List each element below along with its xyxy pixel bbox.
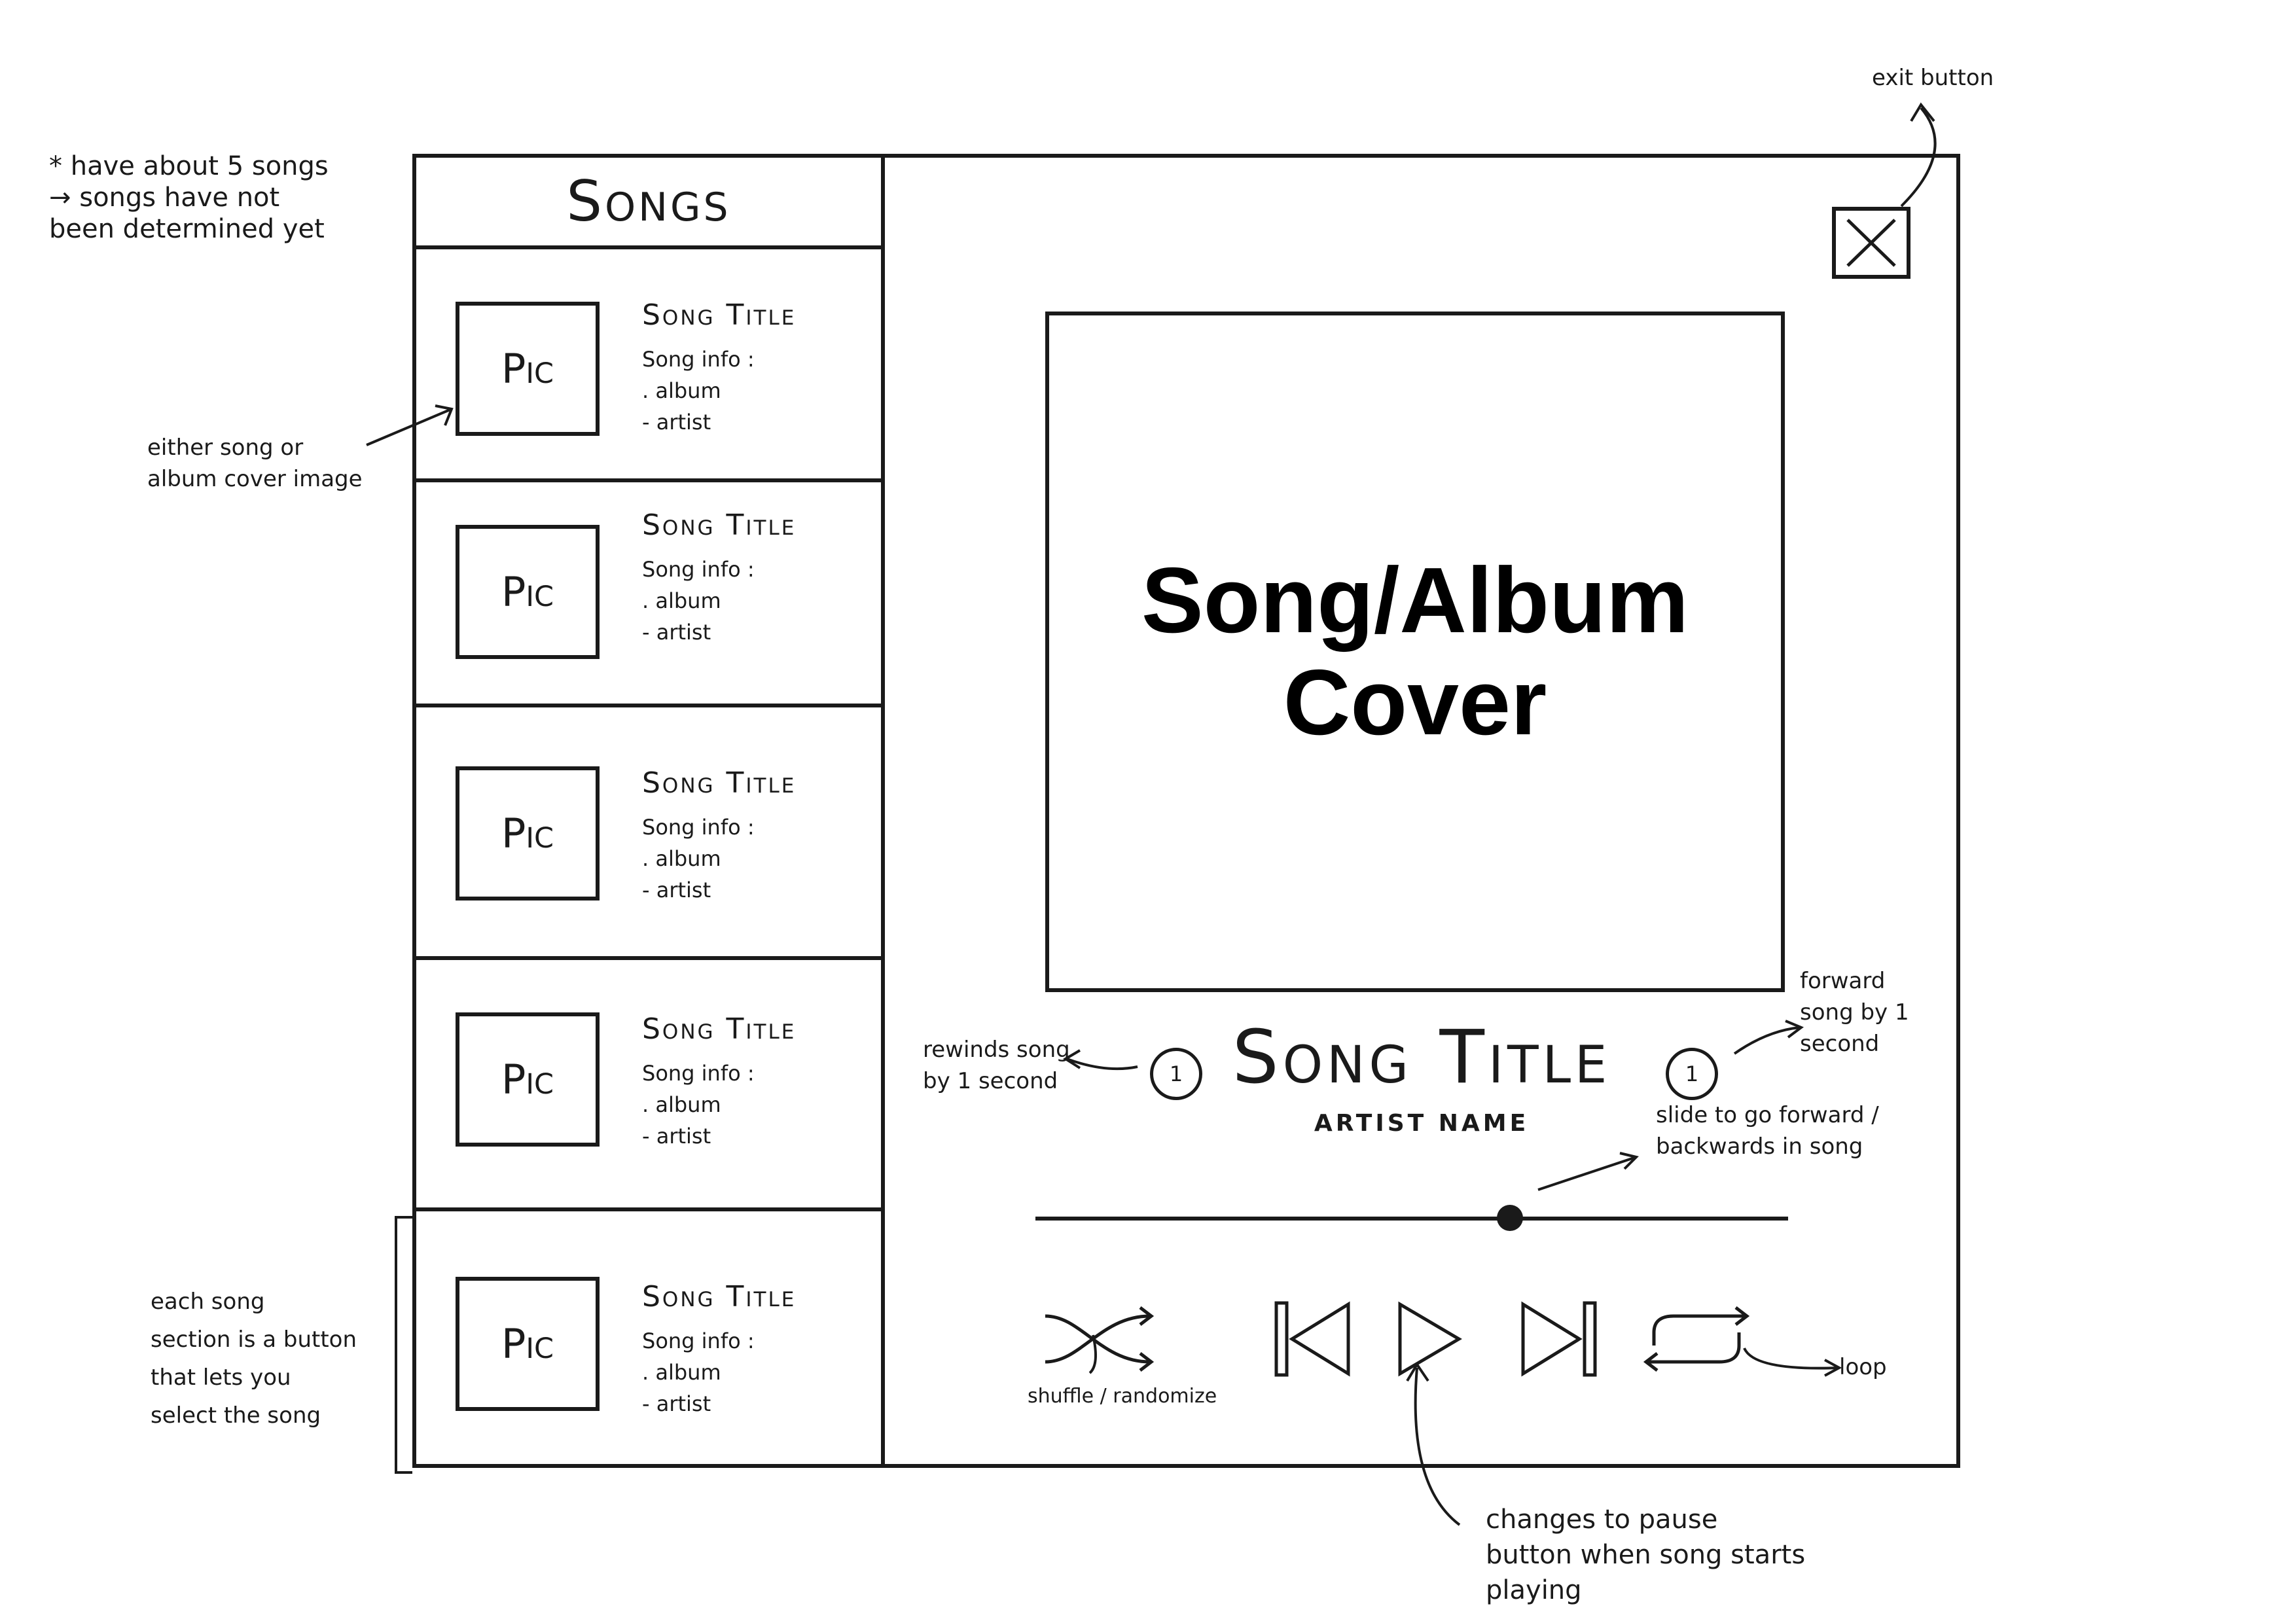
song-artist: - artist [642, 878, 711, 902]
shuffle-icon [1045, 1306, 1155, 1372]
play-icon [1398, 1301, 1462, 1377]
album-cover: Song/Album Cover [1045, 312, 1785, 992]
loop-button[interactable] [1638, 1300, 1755, 1378]
song-info-label: Song info : [642, 347, 755, 372]
song-item[interactable]: Pic Song Title Song info : . album - art… [416, 249, 881, 482]
song-cover-thumbnail: Pic [456, 525, 600, 659]
song-album: . album [642, 1360, 721, 1385]
song-album: . album [642, 378, 721, 403]
annotation-shuffle: shuffle / randomize [1028, 1385, 1217, 1408]
forward-icon: 1 [1685, 1061, 1699, 1086]
song-artist: - artist [642, 1124, 711, 1149]
rewind-button[interactable]: 1 [1150, 1048, 1202, 1100]
play-button[interactable] [1390, 1296, 1469, 1382]
annotation-cover-image: either song or album cover image [147, 435, 363, 492]
song-artist: - artist [642, 1391, 711, 1416]
annotation-forward: forward song by 1 second [1800, 968, 1909, 1057]
song-meta: Song Title Song info : . album - artist [642, 1012, 796, 1152]
previous-button[interactable] [1271, 1296, 1356, 1382]
annotation-exit-button: exit button [1872, 65, 1994, 91]
song-cover-thumbnail: Pic [456, 1277, 600, 1411]
song-meta: Song Title Song info : . album - artist [642, 766, 796, 906]
now-playing-artist: ARTIST NAME [1314, 1110, 1530, 1137]
song-cover-thumbnail: Pic [456, 1012, 600, 1147]
song-album: . album [642, 846, 721, 871]
forward-button[interactable]: 1 [1666, 1048, 1718, 1100]
song-meta: Song Title Song info : . album - artist [642, 1280, 796, 1419]
close-icon [1846, 219, 1896, 267]
rewind-icon: 1 [1169, 1061, 1183, 1086]
song-cover-thumbnail: Pic [456, 766, 600, 901]
seek-track [1035, 1217, 1788, 1221]
song-info-label: Song info : [642, 1329, 755, 1353]
bracket-song-button [395, 1216, 412, 1474]
song-album: . album [642, 588, 721, 613]
skip-next-icon [1521, 1301, 1597, 1377]
annotation-five-songs: * have about 5 songs → songs have not be… [49, 151, 329, 244]
music-player-window: Songs Pic Song Title Song info : . album… [412, 154, 1960, 1468]
songs-header: Songs [416, 158, 881, 249]
song-title: Song Title [642, 766, 797, 800]
annotation-pause: changes to pause button when song starts… [1486, 1505, 1806, 1605]
song-artist: - artist [642, 620, 711, 645]
shuffle-button[interactable] [1042, 1300, 1166, 1378]
annotation-loop: loop [1839, 1354, 1887, 1380]
skip-previous-icon [1274, 1301, 1350, 1377]
song-item[interactable]: Pic Song Title Song info : . album - art… [416, 960, 881, 1211]
song-album: . album [642, 1092, 721, 1117]
arrow-head-exit [1910, 102, 1935, 122]
annotation-rewind: rewinds song by 1 second [923, 1037, 1070, 1094]
song-item[interactable]: Pic Song Title Song info : . album - art… [416, 707, 881, 960]
song-meta: Song Title Song info : . album - artist [642, 298, 796, 438]
seek-knob[interactable] [1496, 1205, 1523, 1231]
song-info-label: Song info : [642, 815, 755, 840]
cover-placeholder-text: Song/Album Cover [1141, 548, 1689, 755]
song-title: Song Title [642, 508, 797, 542]
song-cover-thumbnail: Pic [456, 302, 600, 436]
now-playing-title: Song Title [1232, 1015, 1611, 1100]
seek-slider[interactable] [1035, 1205, 1788, 1231]
song-item[interactable]: Pic Song Title Song info : . album - art… [416, 1211, 881, 1464]
annotation-slider: slide to go forward / backwards in song [1656, 1102, 1879, 1160]
song-info-label: Song info : [642, 557, 755, 582]
song-title: Song Title [642, 1012, 797, 1046]
next-button[interactable] [1516, 1296, 1602, 1382]
exit-button[interactable] [1832, 207, 1910, 279]
loop-icon [1643, 1306, 1750, 1372]
player-panel: Song/Album Cover 1 Song Title ARTIST NAM… [885, 158, 1956, 1464]
song-list-panel: Songs Pic Song Title Song info : . album… [416, 158, 885, 1464]
song-title: Song Title [642, 298, 797, 332]
song-title: Song Title [642, 1280, 797, 1313]
annotation-song-button: each song section is a button that lets … [151, 1289, 357, 1429]
song-meta: Song Title Song info : . album - artist [642, 508, 796, 648]
song-item[interactable]: Pic Song Title Song info : . album - art… [416, 482, 881, 707]
song-info-label: Song info : [642, 1061, 755, 1086]
song-artist: - artist [642, 410, 711, 435]
